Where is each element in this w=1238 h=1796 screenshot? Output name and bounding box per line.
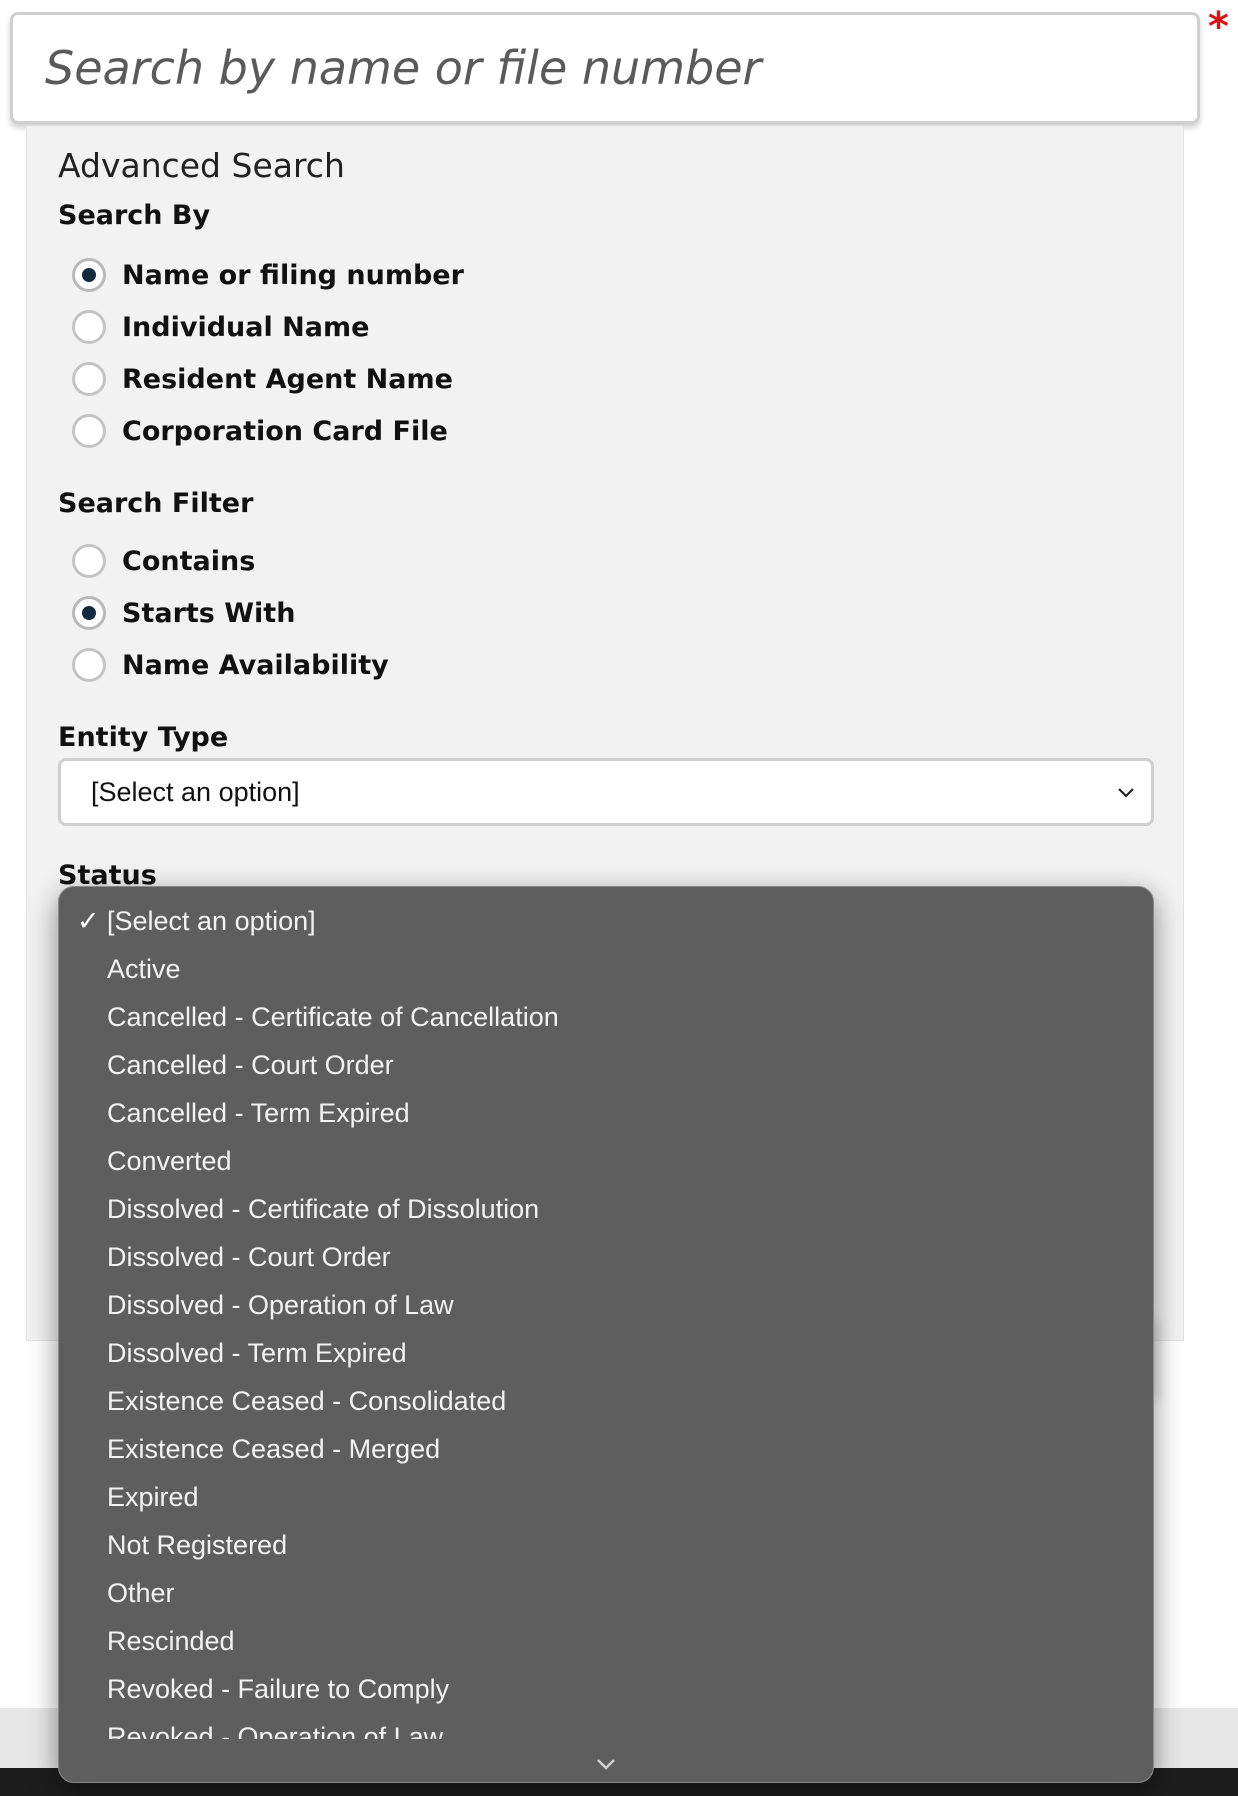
- status-option-label: Cancelled - Certificate of Cancellation: [107, 1001, 559, 1032]
- search-by-option[interactable]: Individual Name: [72, 306, 369, 348]
- status-option-label: Existence Ceased - Consolidated: [107, 1385, 507, 1416]
- status-option[interactable]: Dissolved - Term Expired: [59, 1329, 1153, 1377]
- status-option-label: Cancelled - Court Order: [107, 1049, 394, 1080]
- search-filter-option-label: Contains: [122, 545, 256, 577]
- search-filter-option-label: Name Availability: [122, 649, 389, 681]
- status-option-label: Other: [107, 1577, 175, 1608]
- status-option[interactable]: ✓ [Select an option]: [59, 897, 1153, 945]
- status-option[interactable]: Other: [59, 1569, 1153, 1617]
- search-by-option-label: Individual Name: [122, 311, 370, 343]
- status-option[interactable]: Cancelled - Term Expired: [59, 1089, 1153, 1137]
- status-option[interactable]: Cancelled - Court Order: [59, 1041, 1153, 1089]
- radio-button[interactable]: [72, 544, 106, 578]
- search-by-option[interactable]: Corporation Card File: [72, 410, 448, 452]
- status-option-label: Revoked - Failure to Comply: [107, 1673, 450, 1704]
- status-option-label: Existence Ceased - Merged: [107, 1433, 441, 1464]
- search-filter-option-label: Starts With: [122, 597, 296, 629]
- status-dropdown-list[interactable]: ✓ [Select an option] Active Cancelled - Cer…: [58, 886, 1154, 1783]
- entity-type-selected-value: [Select an option]: [91, 776, 300, 807]
- status-option-label: Not Registered: [107, 1529, 288, 1560]
- status-option[interactable]: Dissolved - Operation of Law: [59, 1281, 1153, 1329]
- status-option[interactable]: Existence Ceased - Merged: [59, 1425, 1153, 1473]
- status-option-label: [Select an option]: [107, 905, 316, 936]
- status-option-label: Converted: [107, 1145, 232, 1176]
- status-options: ✓ [Select an option] Active Cancelled - Cer…: [59, 887, 1153, 1740]
- status-option[interactable]: Revoked - Operation of Law: [59, 1713, 1153, 1740]
- search-by-option[interactable]: Name or filing number: [72, 254, 464, 296]
- status-option-label: Dissolved - Term Expired: [107, 1337, 407, 1368]
- radio-button[interactable]: [72, 414, 106, 448]
- status-option-label: Cancelled - Term Expired: [107, 1097, 410, 1128]
- status-option-label: Expired: [107, 1481, 199, 1512]
- status-option[interactable]: Cancelled - Certificate of Cancellation: [59, 993, 1153, 1041]
- chevron-down-icon: [1118, 788, 1134, 798]
- status-option-label: Dissolved - Operation of Law: [107, 1289, 454, 1320]
- search-by-label: Search By: [58, 200, 211, 231]
- status-option-label: Rescinded: [107, 1625, 235, 1656]
- search-by-option[interactable]: Resident Agent Name: [72, 358, 453, 400]
- scroll-down-chevron-icon[interactable]: [595, 1753, 617, 1775]
- status-option[interactable]: Revoked - Failure to Comply: [59, 1665, 1153, 1713]
- radio-button[interactable]: [72, 596, 106, 630]
- entity-type-label: Entity Type: [58, 722, 229, 753]
- radio-button[interactable]: [72, 310, 106, 344]
- status-option-label: Dissolved - Court Order: [107, 1241, 391, 1272]
- radio-button[interactable]: [72, 362, 106, 396]
- advanced-search-title: Advanced Search: [58, 146, 345, 185]
- status-option-label: Dissolved - Certificate of Dissolution: [107, 1193, 540, 1224]
- search-by-option-label: Resident Agent Name: [122, 363, 453, 395]
- search-filter-option[interactable]: Starts With: [72, 592, 295, 634]
- checkmark-icon: ✓: [77, 906, 100, 936]
- status-option[interactable]: Expired: [59, 1473, 1153, 1521]
- status-option[interactable]: Rescinded: [59, 1617, 1153, 1665]
- status-option-label: Revoked - Operation of Law: [107, 1721, 444, 1740]
- search-by-option-label: Corporation Card File: [122, 415, 448, 447]
- search-input[interactable]: [43, 40, 1197, 96]
- status-option[interactable]: Dissolved - Court Order: [59, 1233, 1153, 1281]
- status-option[interactable]: Not Registered: [59, 1521, 1153, 1569]
- status-option[interactable]: Dissolved - Certificate of Dissolution: [59, 1185, 1153, 1233]
- radio-button[interactable]: [72, 648, 106, 682]
- radio-button[interactable]: [72, 258, 106, 292]
- status-option[interactable]: Converted: [59, 1137, 1153, 1185]
- status-option[interactable]: Existence Ceased - Consolidated: [59, 1377, 1153, 1425]
- status-option[interactable]: Active: [59, 945, 1153, 993]
- entity-type-select[interactable]: [Select an option]: [58, 758, 1154, 826]
- required-marker: *: [1208, 4, 1229, 50]
- search-filter-option[interactable]: Name Availability: [72, 644, 389, 686]
- search-filter-option[interactable]: Contains: [72, 540, 255, 582]
- status-option-label: Active: [107, 953, 181, 984]
- search-filter-label: Search Filter: [58, 488, 254, 519]
- search-by-option-label: Name or filing number: [122, 259, 464, 291]
- search-box[interactable]: [10, 12, 1200, 124]
